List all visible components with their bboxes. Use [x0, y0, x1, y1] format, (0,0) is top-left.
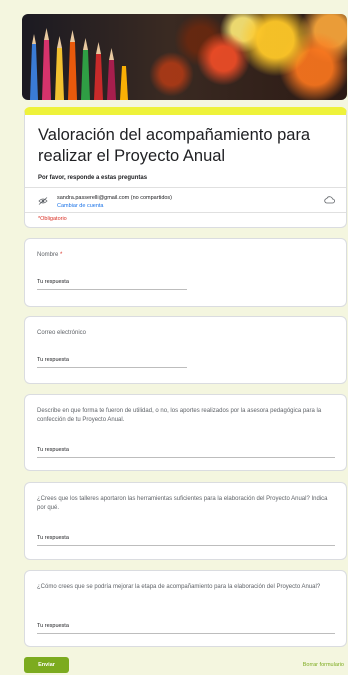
submit-button[interactable]: Enviar: [24, 657, 69, 673]
form-description: Por favor, responde a estas preguntas: [38, 175, 148, 181]
account-email: sandra.passerelli@gmail.com (no comparti…: [57, 195, 173, 201]
form-title: Valoración del acompañamiento para reali…: [38, 126, 311, 165]
answer-input[interactable]: Tu respuesta: [37, 447, 335, 458]
clear-form-link[interactable]: Borrar formulario: [303, 662, 344, 668]
answer-input[interactable]: Tu respuesta: [37, 279, 187, 290]
answer-input[interactable]: Tu respuesta: [37, 623, 335, 634]
divider: [25, 187, 346, 188]
colored-pencils-image: [30, 28, 128, 100]
cloud-upload-icon: [324, 196, 335, 204]
question-card-usefulness: Describe en que forma te fueron de utili…: [24, 394, 347, 471]
question-label: Correo electrónico: [37, 330, 87, 336]
answer-input[interactable]: Tu respuesta: [37, 357, 187, 368]
question-label: ¿Crees que los talleres aportaron las he…: [37, 496, 328, 511]
question-label: Nombre *: [37, 251, 62, 260]
required-note: *Obligatorio: [38, 216, 67, 222]
question-card-name: Nombre * Tu respuesta: [24, 238, 347, 307]
switch-account-link[interactable]: Cambiar de cuenta: [57, 203, 103, 209]
form-header-card: Valoración del acompañamiento para reali…: [24, 107, 347, 228]
question-card-improvement: ¿Cómo crees que se podría mejorar la eta…: [24, 570, 347, 647]
answer-input[interactable]: Tu respuesta: [37, 535, 335, 546]
divider: [25, 212, 346, 213]
question-card-workshops: ¿Crees que los talleres aportaron las he…: [24, 482, 347, 560]
question-card-email: Correo electrónico Tu respuesta: [24, 316, 347, 384]
required-asterisk: *: [60, 252, 63, 258]
header-banner-image: [22, 14, 347, 100]
question-text: Nombre: [37, 252, 59, 258]
question-label: Describe en que forma te fueron de utili…: [37, 408, 322, 423]
question-label: ¿Cómo crees que se podría mejorar la eta…: [37, 584, 321, 590]
account-icon: [38, 197, 48, 205]
